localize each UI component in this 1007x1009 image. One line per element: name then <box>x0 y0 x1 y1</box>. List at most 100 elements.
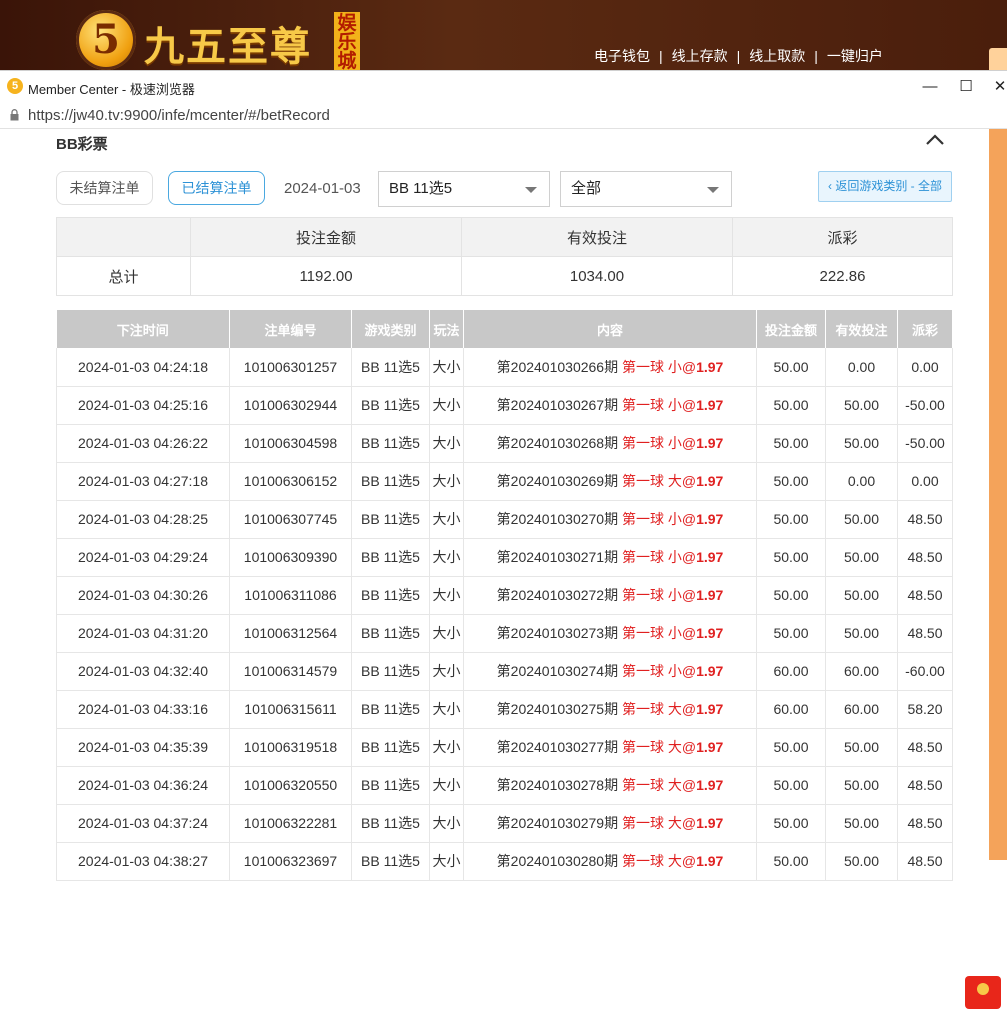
at-sign: @ <box>681 663 697 679</box>
table-row: 2024-01-03 04:35:39 101006319518 BB 11选5 大小… <box>56 728 953 767</box>
maximize-button[interactable]: ☐ <box>951 75 981 99</box>
bet-content: 第202401030267期 第一球 小@1.97 <box>463 386 757 425</box>
at-sign: @ <box>681 853 697 869</box>
valid-bet: 60.00 <box>825 652 898 691</box>
payout: 48.50 <box>897 500 953 539</box>
bet-amount: 50.00 <box>756 348 826 387</box>
bet-odds: 1.97 <box>696 511 724 527</box>
unsettled-bets-button[interactable]: 未结算注单 <box>56 171 153 205</box>
bet-pick: 第一球 小 <box>621 358 682 375</box>
game-category: BB 11选5 <box>351 576 430 615</box>
at-sign: @ <box>681 397 697 413</box>
period-number: 第202401030275期 <box>496 701 619 717</box>
table-row: 2024-01-03 04:26:22 101006304598 BB 11选5 大小… <box>56 424 953 463</box>
column-header: 内容 <box>463 310 757 348</box>
game-category: BB 11选5 <box>351 804 430 843</box>
at-sign: @ <box>681 473 697 489</box>
nav-withdraw[interactable]: 线上取款 <box>749 46 805 66</box>
period-number: 第202401030280期 <box>496 853 619 869</box>
url-text[interactable]: https://jw40.tv:9900/infe/mcenter/#/betR… <box>28 107 330 124</box>
red-packet-icon[interactable] <box>965 976 1001 1009</box>
at-sign: @ <box>681 625 697 641</box>
payout: 0.00 <box>897 462 953 501</box>
table-row: 2024-01-03 04:33:16 101006315611 BB 11选5 大小… <box>56 690 953 729</box>
valid-bet: 50.00 <box>825 728 898 767</box>
valid-bet: 50.00 <box>825 386 898 425</box>
game-category: BB 11选5 <box>351 538 430 577</box>
lock-icon <box>10 109 19 121</box>
logo-text: 九五至尊 <box>144 23 312 70</box>
bet-pick: 第一球 大 <box>621 853 682 869</box>
play-type: 大小 <box>429 348 464 387</box>
nav-separator: | <box>659 48 663 64</box>
period-number: 第202401030277期 <box>496 739 619 755</box>
game-category: BB 11选5 <box>351 766 430 805</box>
bet-odds: 1.97 <box>696 549 724 565</box>
summary-header: 派彩 <box>732 217 953 257</box>
bet-content: 第202401030275期 第一球 大@1.97 <box>463 690 757 729</box>
nav-deposit[interactable]: 线上存款 <box>672 46 728 66</box>
table-row: 2024-01-03 04:24:18 101006301257 BB 11选5 大小… <box>56 348 953 387</box>
coin-icon <box>977 983 989 995</box>
table-row: 2024-01-03 04:36:24 101006320550 BB 11选5 大小… <box>56 766 953 805</box>
bet-pick: 第一球 大 <box>621 701 682 717</box>
period-number: 第202401030267期 <box>496 397 619 413</box>
close-button[interactable]: ✕ <box>985 75 1007 99</box>
summary-corner <box>56 217 191 257</box>
chevron-up-icon[interactable] <box>925 133 945 147</box>
summary-header: 有效投注 <box>461 217 733 257</box>
summary-total-label: 总计 <box>56 256 191 296</box>
summary-table: 投注金额 有效投注 派彩 总计 1192.00 1034.00 222.86 <box>56 217 953 296</box>
date-picker[interactable]: 2024-01-03 <box>284 180 361 197</box>
bet-id: 101006322281 <box>229 804 352 843</box>
game-category: BB 11选5 <box>351 614 430 653</box>
game-category: BB 11选5 <box>351 424 430 463</box>
bet-time: 2024-01-03 04:37:24 <box>56 804 230 843</box>
bet-id: 101006323697 <box>229 842 352 881</box>
bet-amount: 50.00 <box>756 842 826 881</box>
play-type: 大小 <box>429 462 464 501</box>
period-number: 第202401030266期 <box>496 358 619 375</box>
minimize-button[interactable]: — <box>915 75 945 99</box>
table-row: 2024-01-03 04:28:25 101006307745 BB 11选5 大小… <box>56 500 953 539</box>
play-type: 大小 <box>429 538 464 577</box>
game-select[interactable]: BB 11选5 <box>378 171 550 207</box>
settled-bets-button[interactable]: 已结算注单 <box>168 171 265 205</box>
back-to-game-category-button[interactable]: ‹ 返回游戏类别 - 全部 <box>818 171 952 202</box>
summary-valid-total: 1034.00 <box>461 256 733 296</box>
side-tab[interactable] <box>989 48 1007 70</box>
bet-pick: 第一球 大 <box>621 815 682 831</box>
valid-bet: 60.00 <box>825 690 898 729</box>
nav-one-click-return[interactable]: 一键归户 <box>827 46 883 66</box>
window-title: Member Center - 极速浏览器 <box>28 82 195 97</box>
bet-amount: 50.00 <box>756 462 826 501</box>
bet-content: 第202401030268期 第一球 小@1.97 <box>463 424 757 463</box>
payout: 48.50 <box>897 842 953 881</box>
bet-record-page: BB彩票 未结算注单 已结算注单 2024-01-03 BB 11选5 全部 ‹… <box>0 129 1001 1009</box>
period-number: 第202401030273期 <box>496 625 619 641</box>
type-select[interactable]: 全部 <box>560 171 732 207</box>
nav-wallet[interactable]: 电子钱包 <box>594 46 650 66</box>
game-category: BB 11选5 <box>351 348 430 387</box>
at-sign: @ <box>681 777 697 793</box>
address-bar[interactable]: https://jw40.tv:9900/infe/mcenter/#/betR… <box>0 102 1007 129</box>
payout: 48.50 <box>897 614 953 653</box>
bet-time: 2024-01-03 04:28:25 <box>56 500 230 539</box>
play-type: 大小 <box>429 424 464 463</box>
bet-pick: 第一球 大 <box>621 777 682 793</box>
bet-id: 101006306152 <box>229 462 352 501</box>
column-header: 下注时间 <box>56 310 230 348</box>
game-category: BB 11选5 <box>351 386 430 425</box>
play-type: 大小 <box>429 728 464 767</box>
at-sign: @ <box>681 815 697 831</box>
bet-pick: 第一球 小 <box>621 397 682 413</box>
bet-pick: 第一球 小 <box>621 511 682 527</box>
game-category: BB 11选5 <box>351 462 430 501</box>
bet-amount: 50.00 <box>756 728 826 767</box>
top-nav: 电子钱包 | 线上存款 | 线上取款 | 一键归户 <box>594 46 883 66</box>
column-header: 游戏类别 <box>351 310 430 348</box>
payout: 48.50 <box>897 766 953 805</box>
bet-content: 第202401030272期 第一球 小@1.97 <box>463 576 757 615</box>
at-sign: @ <box>681 511 697 527</box>
table-row: 2024-01-03 04:32:40 101006314579 BB 11选5 大小… <box>56 652 953 691</box>
